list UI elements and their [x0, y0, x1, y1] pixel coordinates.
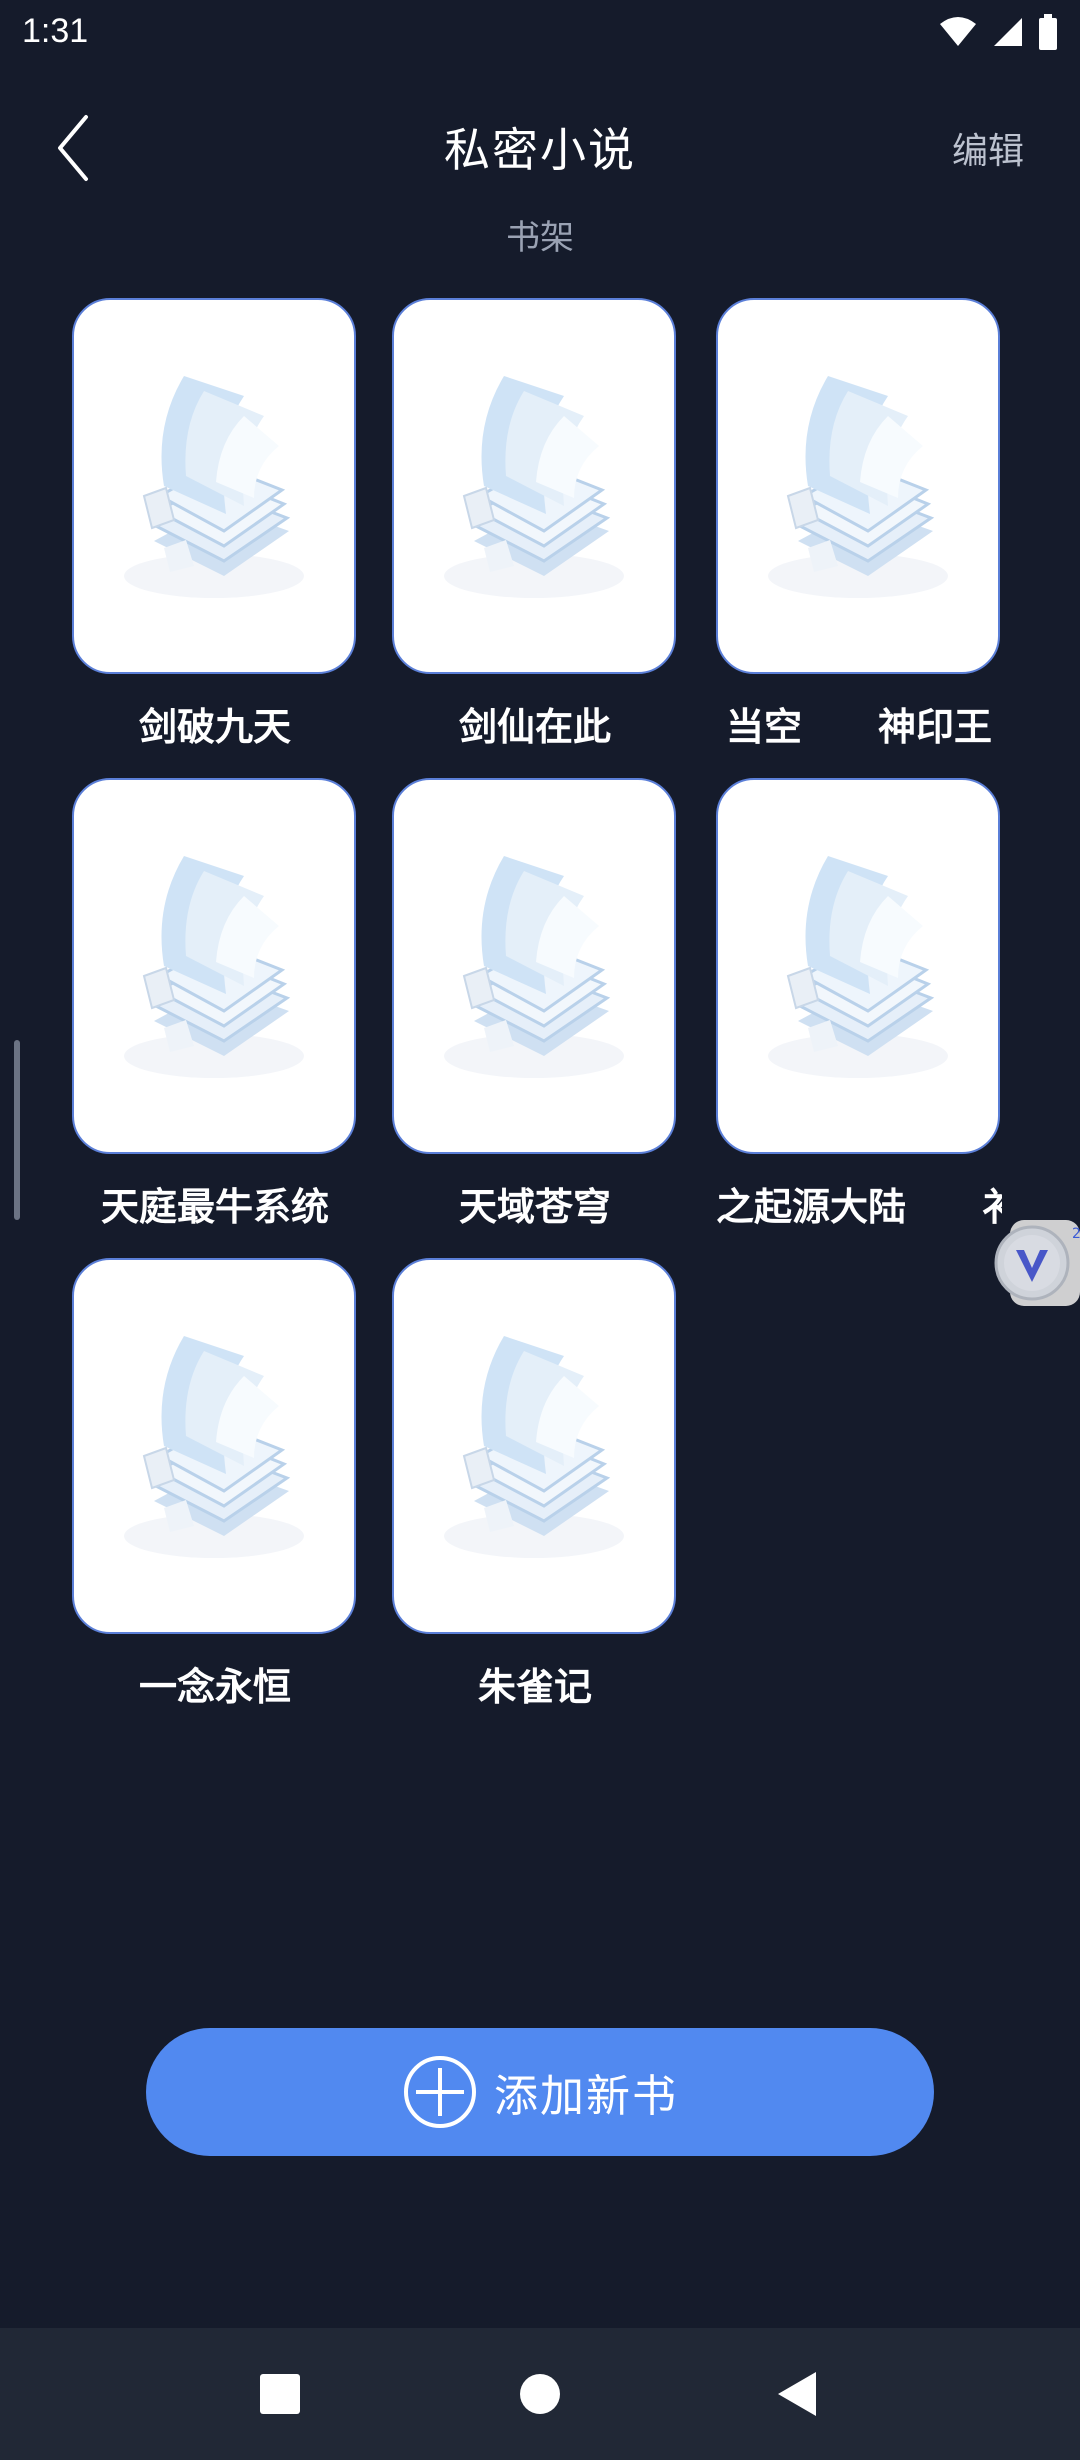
book-cover-icon — [124, 1336, 304, 1558]
book-title: 天庭最牛系统 — [100, 1185, 329, 1229]
book-cover-icon — [124, 376, 304, 598]
book-cover[interactable] — [392, 298, 676, 674]
signal-icon — [992, 16, 1024, 52]
book-cover[interactable] — [716, 778, 1000, 1154]
back-triangle-icon — [778, 2372, 816, 2416]
book-cover-icon — [444, 376, 624, 598]
scroll-indicator[interactable] — [14, 1040, 20, 1220]
recents-square-icon — [260, 2374, 300, 2414]
book-cover[interactable] — [72, 1258, 356, 1634]
book-cover[interactable] — [72, 298, 356, 674]
add-button-label: 添加新书 — [494, 2071, 678, 2122]
v-logo-icon: 2 — [994, 1220, 1080, 1306]
svg-text:2: 2 — [1072, 1226, 1080, 1242]
book-cover-icon — [768, 856, 948, 1078]
book-cover-icon — [444, 1336, 624, 1558]
book-item[interactable]: 当空 神印王 — [716, 298, 1002, 751]
book-item[interactable]: 天域苍穹 — [392, 778, 678, 1231]
home-button[interactable] — [504, 2358, 576, 2430]
book-title: 朱雀记 — [477, 1665, 592, 1709]
book-item[interactable]: 之起源大陆 衤 — [716, 778, 1002, 1231]
section-label: 书架 — [506, 218, 574, 258]
status-bar: 1:31 — [0, 0, 1080, 70]
edit-button[interactable]: 编辑 — [952, 122, 1024, 174]
book-title: 剑仙在此 — [458, 705, 611, 749]
wifi-icon — [938, 16, 978, 52]
book-item[interactable]: 天庭最牛系统 — [72, 778, 358, 1231]
book-item[interactable]: 剑仙在此 — [392, 298, 678, 751]
status-icons — [938, 14, 1058, 54]
book-title: 当空 神印王 — [725, 705, 992, 749]
floating-assistant-button[interactable]: 2 — [988, 1220, 1080, 1306]
plus-circle-icon — [404, 2056, 476, 2128]
system-nav-bar — [0, 2328, 1080, 2460]
book-title: 剑破九天 — [138, 705, 291, 749]
page-title: 私密小说 — [444, 123, 636, 177]
status-time: 1:31 — [22, 12, 89, 50]
book-item[interactable]: 剑破九天 — [72, 298, 358, 751]
book-title: 天域苍穹 — [458, 1185, 611, 1229]
book-cover[interactable] — [716, 298, 1000, 674]
book-cover[interactable] — [392, 778, 676, 1154]
book-item[interactable]: 一念永恒 — [72, 1258, 358, 1711]
book-cover-icon — [768, 376, 948, 598]
back-nav-button[interactable] — [760, 2358, 832, 2430]
home-circle-icon — [520, 2374, 560, 2414]
book-cover[interactable] — [72, 778, 356, 1154]
book-title: 之起源大陆 衤 — [716, 1185, 1002, 1229]
book-cover-icon — [444, 856, 624, 1078]
book-item[interactable]: 朱雀记 — [392, 1258, 678, 1711]
book-cover-icon — [124, 856, 304, 1078]
book-title: 一念永恒 — [138, 1665, 291, 1709]
recents-button[interactable] — [244, 2358, 316, 2430]
add-new-book-button[interactable]: 添加新书 — [146, 2028, 934, 2156]
book-cover[interactable] — [392, 1258, 676, 1634]
battery-icon — [1038, 14, 1058, 54]
